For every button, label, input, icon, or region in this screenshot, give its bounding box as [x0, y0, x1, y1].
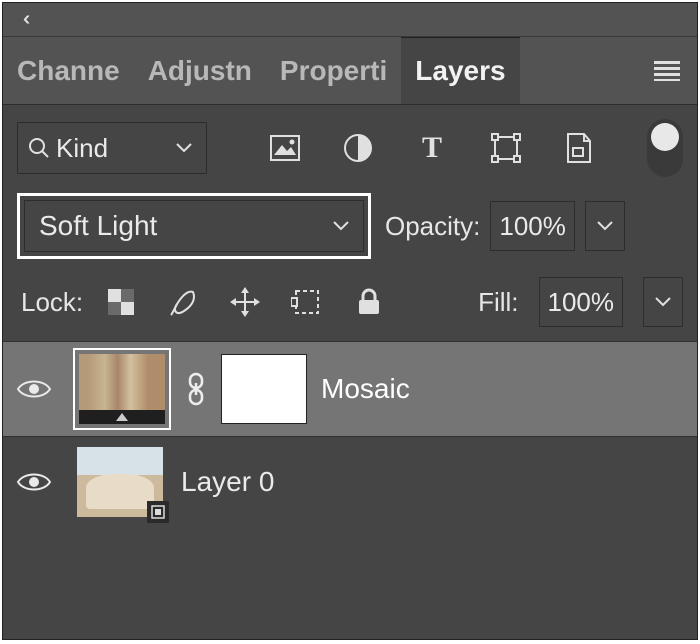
chevron-down-icon	[655, 297, 671, 307]
fill-label: Fill:	[478, 287, 518, 318]
lock-artboard-icon[interactable]	[289, 284, 325, 320]
tab-label: Properti	[280, 55, 387, 87]
hamburger-icon	[654, 61, 680, 81]
lock-position-icon[interactable]	[227, 284, 263, 320]
layer-row[interactable]: Layer 0	[3, 436, 697, 527]
tab-adjustments[interactable]: Adjustn	[134, 37, 266, 104]
filter-toggle-switch[interactable]	[647, 119, 683, 177]
panel-collapse-bar[interactable]: ‹‹	[3, 3, 697, 37]
filter-kind-select[interactable]: Kind	[17, 122, 207, 174]
panel-body: Kind T	[3, 105, 697, 639]
search-icon	[28, 137, 50, 159]
panel-tabs: Channe Adjustn Properti Layers	[3, 37, 697, 105]
opacity-label: Opacity:	[385, 211, 480, 242]
lock-pixels-icon[interactable]	[165, 284, 201, 320]
chevron-down-icon	[597, 221, 613, 231]
tab-layers[interactable]: Layers	[401, 37, 519, 104]
layers-panel: ‹‹ Channe Adjustn Properti Layers	[2, 2, 698, 640]
layer-name[interactable]: Layer 0	[181, 466, 274, 498]
lock-icons	[103, 284, 387, 320]
filter-adjustment-icon[interactable]	[336, 126, 380, 170]
tab-spacer	[520, 37, 637, 104]
panel-menu-icon[interactable]	[637, 37, 697, 104]
filter-kind-label: Kind	[56, 133, 108, 164]
eye-icon	[16, 377, 52, 401]
blend-mode-row: Soft Light Opacity: 100%	[3, 185, 697, 267]
lock-row: Lock:	[3, 267, 697, 341]
tab-label: Channe	[17, 55, 120, 87]
chevron-down-icon	[333, 221, 349, 231]
filter-pixel-icon[interactable]	[263, 126, 307, 170]
lock-label: Lock:	[21, 287, 83, 318]
filter-type-icon[interactable]: T	[410, 126, 454, 170]
filter-smartobject-icon[interactable]	[557, 126, 601, 170]
thumbnail-image	[79, 354, 165, 424]
chevron-down-icon	[176, 143, 192, 153]
lock-all-icon[interactable]	[351, 284, 387, 320]
layer-mask-thumbnail[interactable]	[221, 354, 307, 424]
smart-object-badge-icon	[147, 501, 169, 523]
layer-row[interactable]: Mosaic	[3, 341, 697, 436]
layer-thumbnail[interactable]	[73, 348, 171, 430]
lock-transparency-icon[interactable]	[103, 284, 139, 320]
layer-filter-row: Kind T	[3, 105, 697, 185]
blend-mode-select[interactable]: Soft Light	[24, 200, 364, 252]
eye-icon	[16, 470, 52, 494]
visibility-toggle[interactable]	[9, 377, 59, 401]
visibility-toggle[interactable]	[9, 470, 59, 494]
layer-thumbnail[interactable]	[73, 443, 167, 521]
fill-dropdown-button[interactable]	[643, 277, 683, 327]
fill-value: 100%	[548, 287, 615, 318]
opacity-input[interactable]: 100%	[490, 201, 575, 251]
opacity-dropdown-button[interactable]	[585, 201, 625, 251]
tab-properties[interactable]: Properti	[266, 37, 401, 104]
filter-type-icons: T	[213, 126, 631, 170]
filter-shape-icon[interactable]	[484, 126, 528, 170]
layer-name[interactable]: Mosaic	[321, 373, 410, 405]
layers-list: Mosaic Layer 0	[3, 341, 697, 639]
tab-label: Layers	[415, 55, 505, 87]
toggle-knob	[651, 123, 679, 151]
opacity-value: 100%	[499, 211, 566, 242]
blend-mode-highlight: Soft Light	[17, 193, 371, 259]
tab-label: Adjustn	[148, 55, 252, 87]
fill-input[interactable]: 100%	[539, 277, 624, 327]
link-icon[interactable]	[185, 372, 207, 406]
collapse-icon: ‹‹	[23, 8, 24, 31]
blend-mode-value: Soft Light	[39, 210, 157, 242]
tab-channels[interactable]: Channe	[3, 37, 134, 104]
